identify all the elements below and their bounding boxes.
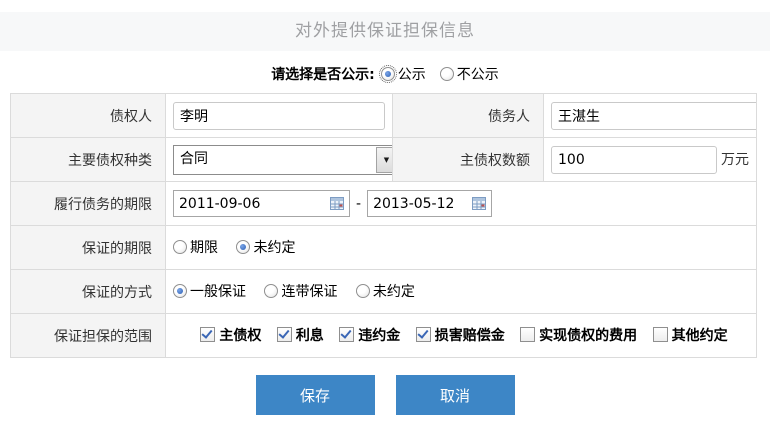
- start-date-input[interactable]: 2011-09-06: [173, 190, 350, 217]
- claim-type-selected-value: 合同: [174, 146, 375, 174]
- interest-checkbox-label[interactable]: 利息: [296, 325, 324, 345]
- damages-checkbox-label[interactable]: 损害赔偿金: [435, 325, 505, 345]
- cancel-button[interactable]: 取消: [396, 375, 515, 415]
- checkbox-option-realization-costs[interactable]: 实现债权的费用: [520, 325, 637, 345]
- creditor-input[interactable]: [173, 102, 385, 130]
- table-row-guarantee-scope: 保证担保的范围 主债权 利息 违约金 损害赔偿金 实现债权的费用: [11, 314, 757, 358]
- period-not-agreed-radio-label[interactable]: 未约定: [253, 237, 295, 257]
- guarantee-method-cell: 一般保证 连带保证 未约定: [166, 270, 757, 314]
- other-agreements-checkbox[interactable]: [653, 327, 668, 342]
- publicity-label: 请选择是否公示:: [271, 64, 375, 84]
- button-row: 保存 取消: [0, 375, 770, 415]
- debtor-cell: [544, 94, 757, 138]
- creditor-label: 债权人: [11, 94, 166, 138]
- general-guarantee-radio-label[interactable]: 一般保证: [190, 281, 246, 301]
- performance-period-cell: 2011-09-06 - 2013-05-12: [166, 182, 757, 226]
- not-publish-radio-label[interactable]: 不公示: [457, 64, 499, 84]
- joint-guarantee-radio[interactable]: [264, 284, 278, 298]
- table-row-guarantee-period: 保证的期限 期限 未约定: [11, 226, 757, 270]
- table-row-performance-period: 履行债务的期限 2011-09-06 -: [11, 182, 757, 226]
- method-not-agreed-radio[interactable]: [356, 284, 370, 298]
- radio-option-publish[interactable]: 公示: [381, 64, 426, 84]
- not-publish-radio[interactable]: [440, 67, 454, 81]
- interest-checkbox[interactable]: [277, 327, 292, 342]
- calendar-icon[interactable]: [330, 197, 344, 210]
- claim-type-select[interactable]: 合同 ▼: [173, 145, 393, 175]
- debtor-label: 债务人: [393, 94, 544, 138]
- claim-amount-unit: 万元: [721, 152, 749, 168]
- other-agreements-checkbox-label[interactable]: 其他约定: [672, 325, 728, 345]
- general-guarantee-radio[interactable]: [173, 284, 187, 298]
- penalty-checkbox-label[interactable]: 违约金: [358, 325, 400, 345]
- penalty-checkbox[interactable]: [339, 327, 354, 342]
- guarantee-period-label: 保证的期限: [11, 226, 166, 270]
- radio-option-not-publish[interactable]: 不公示: [440, 64, 499, 84]
- chevron-down-icon[interactable]: ▼: [376, 147, 393, 173]
- performance-period-label: 履行债务的期限: [11, 182, 166, 226]
- principal-claim-checkbox-label[interactable]: 主债权: [219, 325, 261, 345]
- guarantee-method-label: 保证的方式: [11, 270, 166, 314]
- period-not-agreed-radio[interactable]: [236, 240, 250, 254]
- joint-guarantee-radio-label[interactable]: 连带保证: [281, 281, 337, 301]
- publicity-row: 请选择是否公示: 公示 不公示: [0, 64, 770, 84]
- fixed-period-radio-label[interactable]: 期限: [190, 237, 218, 257]
- guarantee-form-table: 债权人 债务人 主要债权种类 合同 ▼ 主债权数额 万元 履行债务的期限 201…: [10, 93, 757, 358]
- save-button[interactable]: 保存: [256, 375, 375, 415]
- publish-radio[interactable]: [381, 67, 395, 81]
- guarantee-period-cell: 期限 未约定: [166, 226, 757, 270]
- calendar-icon[interactable]: [472, 197, 486, 210]
- claim-amount-input[interactable]: [551, 146, 717, 174]
- claim-type-cell: 合同 ▼: [166, 138, 393, 182]
- checkbox-option-damages[interactable]: 损害赔偿金: [416, 325, 505, 345]
- radio-option-joint-guarantee[interactable]: 连带保证: [264, 281, 337, 301]
- guarantee-scope-cell: 主债权 利息 违约金 损害赔偿金 实现债权的费用 其他约定: [166, 314, 757, 358]
- checkbox-option-principal-claim[interactable]: 主债权: [200, 325, 261, 345]
- page-header: 对外提供保证担保信息: [0, 12, 770, 51]
- table-row-guarantee-method: 保证的方式 一般保证 连带保证 未约定: [11, 270, 757, 314]
- end-date-value: 2013-05-12: [373, 196, 454, 212]
- radio-option-method-not-agreed[interactable]: 未约定: [356, 281, 415, 301]
- start-date-value: 2011-09-06: [179, 196, 260, 212]
- table-row-claim-type-amount: 主要债权种类 合同 ▼ 主债权数额 万元: [11, 138, 757, 182]
- fixed-period-radio[interactable]: [173, 240, 187, 254]
- radio-option-period-not-agreed[interactable]: 未约定: [236, 237, 295, 257]
- guarantee-scope-label: 保证担保的范围: [11, 314, 166, 358]
- end-date-input[interactable]: 2013-05-12: [367, 190, 492, 217]
- creditor-cell: [166, 94, 393, 138]
- realization-costs-checkbox[interactable]: [520, 327, 535, 342]
- checkbox-option-interest[interactable]: 利息: [277, 325, 324, 345]
- checkbox-option-other-agreements[interactable]: 其他约定: [653, 325, 728, 345]
- claim-amount-cell: 万元: [544, 138, 757, 182]
- table-row-creditor-debtor: 债权人 债务人: [11, 94, 757, 138]
- damages-checkbox[interactable]: [416, 327, 431, 342]
- date-range-separator: -: [356, 196, 361, 212]
- claim-amount-label: 主债权数额: [393, 138, 544, 182]
- checkbox-option-penalty[interactable]: 违约金: [339, 325, 400, 345]
- debtor-input[interactable]: [551, 102, 757, 130]
- method-not-agreed-radio-label[interactable]: 未约定: [373, 281, 415, 301]
- realization-costs-checkbox-label[interactable]: 实现债权的费用: [539, 325, 637, 345]
- publish-radio-label[interactable]: 公示: [398, 64, 426, 84]
- radio-option-fixed-period[interactable]: 期限: [173, 237, 218, 257]
- principal-claim-checkbox[interactable]: [200, 327, 215, 342]
- claim-type-label: 主要债权种类: [11, 138, 166, 182]
- radio-option-general-guarantee[interactable]: 一般保证: [173, 281, 246, 301]
- page-title: 对外提供保证担保信息: [0, 12, 770, 51]
